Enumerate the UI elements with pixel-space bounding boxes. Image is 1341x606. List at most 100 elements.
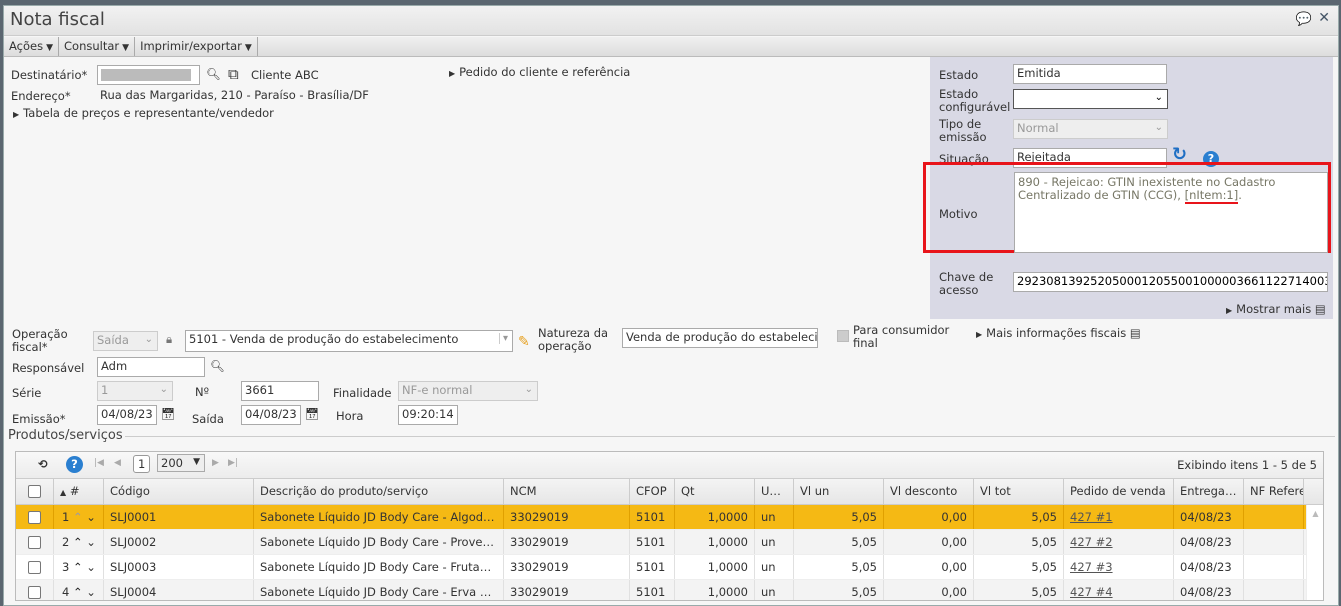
row-checkbox[interactable] — [16, 580, 54, 600]
motivo-item: [nItem:1] — [1184, 188, 1239, 204]
col-entrega-pv[interactable]: Entrega PV — [1174, 479, 1244, 504]
col-descricao[interactable]: Descrição do produto/serviço — [254, 479, 504, 504]
refresh-icon[interactable]: ⟲ — [38, 457, 48, 471]
pedido-venda-link[interactable]: 427 #2 — [1070, 535, 1113, 549]
row-checkbox[interactable] — [16, 505, 54, 529]
pedido-venda-link[interactable]: 427 #4 — [1070, 585, 1113, 599]
lock-icon: 🔒︎ — [166, 332, 173, 346]
search-icon[interactable]: 🔍︎ — [206, 67, 221, 81]
menu-consultar[interactable]: Consultar ▼ — [59, 37, 136, 56]
last-page-icon[interactable]: ▶| — [228, 458, 238, 468]
numero-input[interactable]: 3661 — [241, 381, 319, 401]
chave-acesso-input[interactable]: 2923081392520500012055001000003661122714… — [1013, 272, 1328, 292]
chevron-down-icon: ⌄ — [1154, 122, 1163, 133]
pedido-venda-link[interactable]: 427 #1 — [1070, 510, 1113, 524]
move-down-icon[interactable]: ⌄ — [86, 535, 96, 549]
row-number-cell: 2 ⌃ ⌄ — [54, 530, 104, 554]
col-vl-desconto[interactable]: Vl desconto — [884, 479, 974, 504]
menu-acoes[interactable]: Ações ▼ — [4, 37, 60, 56]
serie-select[interactable]: 1 ⌄ — [97, 381, 173, 401]
cell-vl-desconto: 0,00 — [884, 580, 974, 600]
table-row[interactable]: 4 ⌃ ⌄ SLJ0004 Sabonete Líquido JD Body C… — [16, 580, 1323, 600]
grid-scrollbar[interactable]: ▲ — [1306, 505, 1323, 600]
menu-label: Imprimir/exportar — [140, 39, 242, 53]
menu-label: Consultar — [64, 39, 120, 53]
col-codigo[interactable]: Código — [104, 479, 254, 504]
cell-descricao: Sabonete Líquido JD Body Care - Erva Do.… — [254, 580, 504, 600]
destinatario-input[interactable] — [97, 65, 200, 85]
pencil-icon[interactable]: ✎ — [518, 334, 530, 350]
col-nf-referenciada[interactable]: NF Referenciada — [1244, 479, 1304, 504]
close-icon[interactable]: ✕ — [1318, 10, 1330, 26]
col-vl-un[interactable]: Vl un — [794, 479, 884, 504]
cell-qt: 1,0000 — [675, 555, 755, 579]
responsavel-label: Responsável — [12, 361, 85, 375]
finalidade-select[interactable]: NF-e normal ⌄ — [398, 381, 538, 401]
help-icon[interactable]: ? — [66, 456, 83, 473]
operacao-fiscal-combo[interactable]: 5101 - Venda de produção do estabelecime… — [185, 330, 513, 352]
col-ncm[interactable]: NCM — [504, 479, 630, 504]
col-vl-tot[interactable]: Vl tot — [974, 479, 1064, 504]
pedido-cliente-toggle[interactable]: ▶ Pedido do cliente e referência — [449, 65, 630, 79]
col-number[interactable]: ▲ # — [54, 479, 104, 504]
estado-input[interactable]: Emitida — [1013, 64, 1167, 84]
chat-icon[interactable]: 💬 — [1296, 12, 1312, 27]
table-row[interactable]: 3 ⌃ ⌄ SLJ0003 Sabonete Líquido JD Body C… — [16, 555, 1323, 580]
move-up-icon[interactable]: ⌃ — [73, 585, 83, 599]
col-unid[interactable]: Unid — [755, 479, 794, 504]
hora-input[interactable]: 09:20:14 — [398, 405, 458, 425]
page-number[interactable]: 1 — [133, 455, 151, 473]
mostrar-mais-toggle[interactable]: ▶ Mostrar mais ▤ — [1226, 302, 1326, 316]
move-down-icon[interactable]: ⌄ — [86, 585, 96, 599]
col-qt[interactable]: Qt — [675, 479, 755, 504]
next-page-icon[interactable]: ▶ — [212, 458, 219, 468]
operacao-tipo-select[interactable]: Saída ⌄ — [93, 331, 158, 351]
move-down-icon[interactable]: ⌄ — [86, 510, 96, 524]
cell-unid: un — [755, 530, 794, 554]
page-size-select[interactable]: 200 ▼ — [157, 454, 205, 472]
emissao-date-input[interactable]: 04/08/23 — [97, 405, 157, 425]
calendar-icon[interactable]: 📅︎ — [161, 407, 176, 421]
table-row[interactable]: 1 ⌃ ⌄ SLJ0001 Sabonete Líquido JD Body C… — [16, 505, 1323, 530]
search-icon[interactable]: 🔍︎ — [210, 359, 225, 373]
cell-qt: 1,0000 — [675, 580, 755, 600]
cell-descricao: Sabonete Líquido JD Body Care - Algodão … — [254, 505, 504, 529]
pedido-venda-link[interactable]: 427 #3 — [1070, 560, 1113, 574]
mais-info-fiscais-toggle[interactable]: ▶ Mais informações fiscais ▤ — [976, 326, 1141, 340]
numero-label: Nº — [195, 385, 210, 399]
move-down-icon[interactable]: ⌄ — [86, 560, 96, 574]
saida-date-input[interactable]: 04/08/23 — [241, 405, 301, 425]
prev-page-icon[interactable]: ◀ — [114, 458, 121, 468]
tipo-emissao-select[interactable]: Normal ⌄ — [1013, 119, 1168, 139]
external-link-icon[interactable]: ⧉ — [228, 65, 239, 83]
toggle-label: Mais informações fiscais — [986, 326, 1127, 340]
natureza-operacao-input[interactable]: Venda de produção do estabelecimento — [622, 328, 818, 348]
move-up-icon[interactable]: ⌃ — [73, 535, 83, 549]
expand-triangle-icon: ▶ — [13, 110, 20, 119]
cell-entrega-pv: 04/08/23 — [1174, 555, 1244, 579]
grid-summary: Exibindo itens 1 - 5 de 5 — [1177, 458, 1317, 472]
dropdown-arrow-icon[interactable]: ▾ — [498, 333, 508, 344]
select-all-checkbox[interactable] — [16, 479, 54, 504]
calendar-icon[interactable]: 📅︎ — [305, 407, 320, 421]
cell-nf-referenciada — [1244, 530, 1304, 554]
col-cfop[interactable]: CFOP — [630, 479, 675, 504]
table-row[interactable]: 2 ⌃ ⌄ SLJ0002 Sabonete Líquido JD Body C… — [16, 530, 1323, 555]
col-pedido-venda[interactable]: Pedido de venda — [1064, 479, 1174, 504]
consumidor-final-checkbox[interactable] — [837, 330, 849, 342]
estado-configuravel-select[interactable]: ⌄ — [1013, 89, 1168, 109]
row-checkbox[interactable] — [16, 555, 54, 579]
menu-imprimir-exportar[interactable]: Imprimir/exportar ▼ — [135, 37, 258, 56]
cell-ncm: 33029019 — [504, 505, 630, 529]
move-up-icon[interactable]: ⌃ — [73, 510, 83, 524]
expand-triangle-icon: ▶ — [1226, 306, 1233, 315]
first-page-icon[interactable]: |◀ — [94, 458, 104, 468]
caret-down-icon: ▼ — [193, 457, 200, 467]
row-checkbox[interactable] — [16, 530, 54, 554]
cell-entrega-pv: 04/08/23 — [1174, 505, 1244, 529]
cell-pedido-venda: 427 #2 — [1064, 530, 1174, 554]
motivo-textarea[interactable]: 890 - Rejeicao: GTIN inexistente no Cada… — [1014, 172, 1328, 253]
tabela-precos-toggle[interactable]: ▶ Tabela de preços e representante/vended… — [13, 106, 274, 120]
move-up-icon[interactable]: ⌃ — [73, 560, 83, 574]
responsavel-input[interactable]: Adm — [97, 357, 205, 377]
